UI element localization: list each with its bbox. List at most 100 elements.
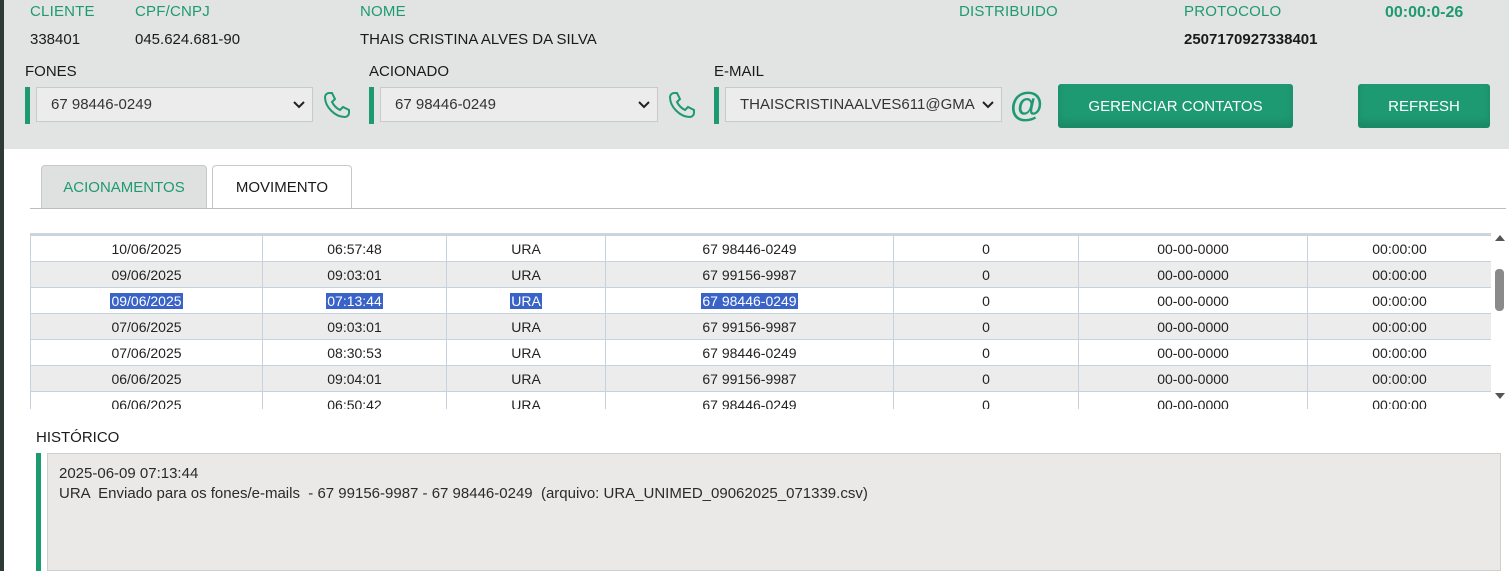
phone-cell: 67 98446-0249 — [605, 339, 894, 366]
table-row[interactable]: 07/06/2025 08:30:53 URA 67 98446-0249 0 … — [30, 339, 1491, 366]
nome-label: NOME — [360, 3, 406, 20]
type-cell: URA — [446, 235, 606, 262]
type-cell: URA — [446, 339, 606, 366]
selected-text: 09/06/2025 — [110, 292, 183, 309]
fones-select[interactable]: 67 98446-0249 — [36, 87, 313, 122]
email-select-group: THAISCRISTINAALVES611@GMAI — [714, 87, 1004, 124]
date2-cell: 00-00-0000 — [1078, 365, 1308, 392]
date2-cell: 00-00-0000 — [1078, 235, 1308, 262]
date-cell: 06/06/2025 — [30, 365, 263, 392]
historico-timestamp: 2025-06-09 07:13:44 — [59, 465, 199, 482]
selected-text: 67 98446-0249 — [701, 292, 798, 309]
table-row[interactable]: 10/06/2025 06:57:48 URA 67 98446-0249 0 … — [30, 235, 1491, 262]
table-row[interactable]: 06/06/2025 06:50:42 URA 67 98446-0249 0 … — [30, 391, 1491, 409]
date-cell: 09/06/2025 — [30, 287, 263, 314]
fones-select-group: 67 98446-0249 — [25, 87, 315, 124]
date2-cell: 00-00-0000 — [1078, 261, 1308, 288]
date2-cell: 00-00-0000 — [1078, 339, 1308, 366]
count-cell: 0 — [893, 261, 1079, 288]
fones-label: FONES — [25, 63, 77, 80]
protocolo-label: PROTOCOLO — [1184, 3, 1282, 20]
gerenciar-contatos-button[interactable]: GERENCIAR CONTATOS — [1058, 84, 1293, 128]
duration-cell: 00:00:00 — [1307, 235, 1491, 262]
date2-cell: 00-00-0000 — [1078, 287, 1308, 314]
type-cell: URA — [446, 365, 606, 392]
type-cell: URA — [446, 261, 606, 288]
phone-cell: 67 99156-9987 — [605, 261, 894, 288]
acionado-select-group: 67 98446-0249 — [369, 87, 659, 124]
table-row[interactable]: 06/06/2025 09:04:01 URA 67 99156-9987 0 … — [30, 365, 1491, 392]
selected-text: 07:13:44 — [326, 292, 383, 309]
at-icon[interactable]: @ — [1010, 88, 1043, 122]
time-cell: 09:04:01 — [262, 365, 447, 392]
type-cell: URA — [446, 391, 606, 409]
duration-cell: 00:00:00 — [1307, 313, 1491, 340]
call-timer: 00:00:0-26 — [1385, 4, 1464, 21]
date-cell: 09/06/2025 — [30, 261, 263, 288]
date-cell: 10/06/2025 — [30, 235, 263, 262]
date-cell: 06/06/2025 — [30, 391, 263, 409]
count-cell: 0 — [893, 313, 1079, 340]
count-cell: 0 — [893, 365, 1079, 392]
type-cell: URA — [446, 287, 606, 314]
acionamentos-grid: 10/06/2025 06:57:48 URA 67 98446-0249 0 … — [30, 233, 1491, 409]
selected-text: URA — [510, 292, 542, 309]
email-selected-value: THAISCRISTINAALVES611@GMAI — [740, 96, 975, 113]
count-cell: 0 — [893, 391, 1079, 409]
time-cell: 09:03:01 — [262, 313, 447, 340]
cliente-label: CLIENTE — [30, 3, 95, 20]
time-cell: 07:13:44 — [262, 287, 447, 314]
cliente-value: 338401 — [30, 31, 81, 48]
phone-cell: 67 98446-0249 — [605, 235, 894, 262]
grid-scrollbar[interactable] — [1493, 233, 1507, 407]
time-cell: 06:57:48 — [262, 235, 447, 262]
table-row[interactable]: 09/06/2025 09:03:01 URA 67 99156-9987 0 … — [30, 261, 1491, 288]
count-cell: 0 — [893, 235, 1079, 262]
tab-acionamentos[interactable]: ACIONAMENTOS — [41, 165, 207, 208]
refresh-button[interactable]: REFRESH — [1358, 84, 1490, 128]
duration-cell: 00:00:00 — [1307, 339, 1491, 366]
protocolo-value: 2507170927338401 — [1184, 31, 1318, 48]
scroll-down-arrow-icon[interactable] — [1495, 393, 1505, 399]
chevron-down-icon — [638, 101, 650, 109]
phone-cell: 67 99156-9987 — [605, 313, 894, 340]
duration-cell: 00:00:00 — [1307, 261, 1491, 288]
duration-cell: 00:00:00 — [1307, 287, 1491, 314]
table-row-selected[interactable]: 09/06/2025 07:13:44 URA 67 98446-0249 0 … — [30, 287, 1491, 314]
cpf-value: 045.624.681-90 — [135, 31, 241, 48]
phone-cell: 67 98446-0249 — [605, 287, 894, 314]
table-row[interactable]: 07/06/2025 09:03:01 URA 67 99156-9987 0 … — [30, 313, 1491, 340]
scroll-up-arrow-icon[interactable] — [1495, 235, 1505, 241]
duration-cell: 00:00:00 — [1307, 365, 1491, 392]
time-cell: 06:50:42 — [262, 391, 447, 409]
time-cell: 08:30:53 — [262, 339, 447, 366]
distribuido-label: DISTRIBUIDO — [959, 3, 1058, 20]
chevron-down-icon — [982, 101, 994, 109]
chevron-down-icon — [293, 101, 305, 109]
fones-accent-bar — [25, 87, 30, 124]
duration-cell: 00:00:00 — [1307, 391, 1491, 409]
phone-icon[interactable] — [666, 89, 698, 121]
acionado-label: ACIONADO — [369, 63, 450, 80]
tab-movimento[interactable]: MOVIMENTO — [212, 165, 352, 208]
email-label: E-MAIL — [714, 63, 765, 80]
email-accent-bar — [714, 87, 719, 124]
date2-cell: 00-00-0000 — [1078, 313, 1308, 340]
historico-title: HISTÓRICO — [36, 429, 120, 446]
phone-cell: 67 99156-9987 — [605, 365, 894, 392]
client-header: CLIENTE 338401 CPF/CNPJ 045.624.681-90 N… — [4, 0, 1509, 149]
type-cell: URA — [446, 313, 606, 340]
historico-textarea[interactable]: 2025-06-09 07:13:44 URA Enviado para os … — [47, 453, 1501, 571]
count-cell: 0 — [893, 287, 1079, 314]
date-cell: 07/06/2025 — [30, 313, 263, 340]
date2-cell: 00-00-0000 — [1078, 391, 1308, 409]
acionado-select[interactable]: 67 98446-0249 — [380, 87, 658, 122]
historico-accent-bar — [36, 453, 41, 571]
phone-cell: 67 98446-0249 — [605, 391, 894, 409]
time-cell: 09:03:01 — [262, 261, 447, 288]
tab-divider — [30, 208, 1506, 209]
acionado-accent-bar — [369, 87, 374, 124]
scroll-thumb[interactable] — [1495, 269, 1504, 311]
phone-icon[interactable] — [321, 89, 353, 121]
email-select[interactable]: THAISCRISTINAALVES611@GMAI — [725, 87, 1002, 122]
